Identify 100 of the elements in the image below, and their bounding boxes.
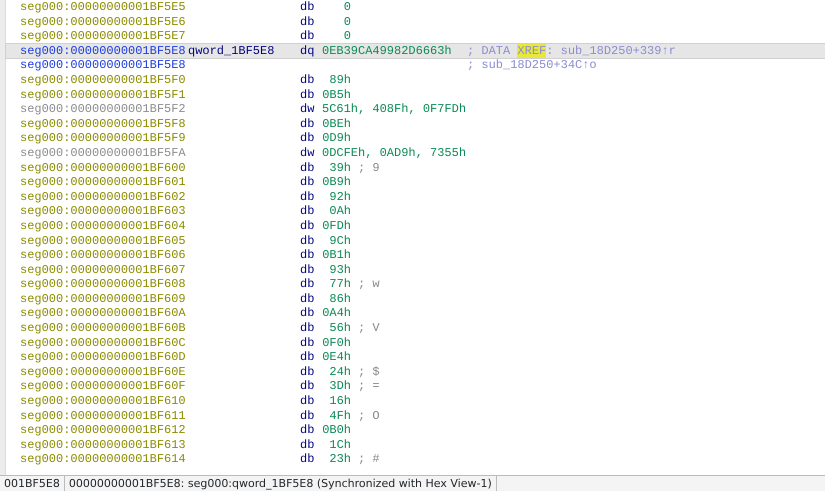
address-text: seg000:00000000001BF603 <box>20 204 187 219</box>
address-text: seg000:00000000001BF613 <box>20 438 187 452</box>
mnemonic-text: dq <box>300 44 316 58</box>
mnemonic-text: db <box>300 321 316 336</box>
operand-text: 0 <box>342 29 351 44</box>
mnemonic-text: db <box>300 116 316 132</box>
address-text: seg000:00000000001BF600 <box>20 160 187 176</box>
address-text: seg000:00000000001BF5F9 <box>20 131 187 146</box>
address-text: seg000:00000000001BF607 <box>20 262 187 278</box>
comment-text: ; O <box>358 408 380 424</box>
address-text: seg000:00000000001BF5E8 <box>20 58 187 73</box>
operand-text: 0 <box>342 0 351 15</box>
comment-text: ; V <box>358 321 380 336</box>
operand-text: 0B1h <box>322 248 351 263</box>
address-text: seg000:00000000001BF611 <box>20 408 187 424</box>
operand-text: 0EB39CA49982D6663h <box>322 44 452 58</box>
mnemonic-text: dw <box>300 102 316 117</box>
address-text: seg000:00000000001BF5F8 <box>20 116 187 132</box>
operand-text: 9Ch <box>328 234 351 248</box>
mnemonic-text: db <box>300 379 316 394</box>
address-text: seg000:00000000001BF5E5 <box>20 0 187 15</box>
mnemonic-text: db <box>300 262 316 278</box>
address-text: seg000:00000000001BF601 <box>20 175 187 190</box>
address-text: seg000:00000000001BF60E <box>20 364 187 380</box>
mnemonic-text: db <box>300 160 316 176</box>
operand-text: 39h <box>328 160 351 176</box>
address-text: seg000:00000000001BF608 <box>20 277 187 292</box>
address-text: seg000:00000000001BF605 <box>20 234 187 248</box>
mnemonic-text: db <box>300 364 316 380</box>
operand-text: 0B9h <box>322 175 351 190</box>
operand-text: 4Fh <box>328 408 351 424</box>
operand-text: 56h <box>328 321 351 336</box>
operand-text: 0Ah <box>328 204 351 219</box>
mnemonic-text: db <box>300 72 316 88</box>
address-text: seg000:00000000001BF60C <box>20 336 187 350</box>
address-text: seg000:00000000001BF5E7 <box>20 29 187 44</box>
mnemonic-text: db <box>300 29 316 44</box>
offset-text: 001BF5E8 <box>0 476 65 491</box>
comment-text: ; w <box>358 277 380 292</box>
operand-text: 24h <box>328 364 351 380</box>
mnemonic-text: db <box>300 336 316 350</box>
address-text: seg000:00000000001BF60B <box>20 321 187 336</box>
mnemonic-text: db <box>300 306 316 322</box>
xref-comment: ; sub_18D250+34C↑o <box>467 58 597 73</box>
mnemonic-text: db <box>300 88 316 102</box>
operand-text: 23h <box>328 452 351 467</box>
address-text: seg000:00000000001BF5F2 <box>20 102 187 117</box>
operand-text: 0DCFEh, 0AD9h, 7355h <box>322 146 466 161</box>
mnemonic-text: db <box>300 234 316 248</box>
operand-text: 0BEh <box>322 116 351 132</box>
comment-text: ; = <box>358 379 380 394</box>
mnemonic-text: db <box>300 452 316 467</box>
operand-text: 0B0h <box>322 423 351 438</box>
operand-text: 0D9h <box>322 131 351 146</box>
mnemonic-text: db <box>300 248 316 263</box>
operand-text: 0E4h <box>322 350 351 365</box>
address-text: seg000:00000000001BF614 <box>20 452 187 467</box>
selected-line-highlight[interactable]: seg000:00000000001BF5E8 qword_1BF5E8 dq 0EB39CA49982D6663h ; DATA XREF: sub_18D250+339↑r <box>6 44 825 58</box>
operand-text: 3Dh <box>328 379 351 394</box>
address-text: seg000:00000000001BF60F <box>20 379 187 394</box>
mnemonic-text: db <box>300 394 316 409</box>
address-text: seg000:00000000001BF5E8 <box>20 44 187 58</box>
mnemonic-text: db <box>300 408 316 424</box>
mnemonic-text: db <box>300 175 316 190</box>
address-text: seg000:00000000001BF5F1 <box>20 88 187 102</box>
operand-text: 86h <box>328 292 351 306</box>
mnemonic-text: db <box>300 277 316 292</box>
mnemonic-text: db <box>300 292 316 306</box>
operand-text: 77h <box>328 277 351 292</box>
operand-text: 92h <box>328 190 351 204</box>
mnemonic-text: db <box>300 350 316 365</box>
label-text: qword_1BF5E8 <box>188 44 276 58</box>
address-text: seg000:00000000001BF60D <box>20 350 187 365</box>
operand-text: 0FDh <box>322 218 351 234</box>
comment-text: ; 9 <box>358 160 380 176</box>
operand-text: 0F0h <box>322 336 351 350</box>
location-text: 00000000001BF5E8: seg000:qword_1BF5E8 (Synchronized with Hex View-1) <box>64 476 497 491</box>
address-text: seg000:00000000001BF602 <box>20 190 187 204</box>
mnemonic-text: db <box>300 0 316 15</box>
address-text: seg000:00000000001BF5E6 <box>20 14 187 30</box>
mnemonic-text: db <box>300 14 316 30</box>
address-text: seg000:00000000001BF612 <box>20 423 187 438</box>
address-text: seg000:00000000001BF604 <box>20 218 187 234</box>
address-text: seg000:00000000001BF606 <box>20 248 187 263</box>
address-text: seg000:00000000001BF610 <box>20 394 187 409</box>
xref-comment: ; DATA XREF: sub_18D250+339↑r <box>467 44 676 58</box>
operand-text: 0A4h <box>322 306 351 322</box>
address-text: seg000:00000000001BF60A <box>20 306 187 322</box>
mnemonic-text: db <box>300 204 316 219</box>
comment-text: ; # <box>358 452 380 467</box>
operand-text: 1Ch <box>328 438 351 452</box>
operand-text: 5C61h, 408Fh, 0F7FDh <box>322 102 466 117</box>
mnemonic-text: db <box>300 131 316 146</box>
operand-text: 0B5h <box>322 88 351 102</box>
mnemonic-text: db <box>300 218 316 234</box>
comment-text: ; $ <box>358 364 380 380</box>
mnemonic-text: dw <box>300 146 316 161</box>
address-text: seg000:00000000001BF609 <box>20 292 187 306</box>
operand-text: 16h <box>328 394 351 409</box>
mnemonic-text: db <box>300 423 316 438</box>
